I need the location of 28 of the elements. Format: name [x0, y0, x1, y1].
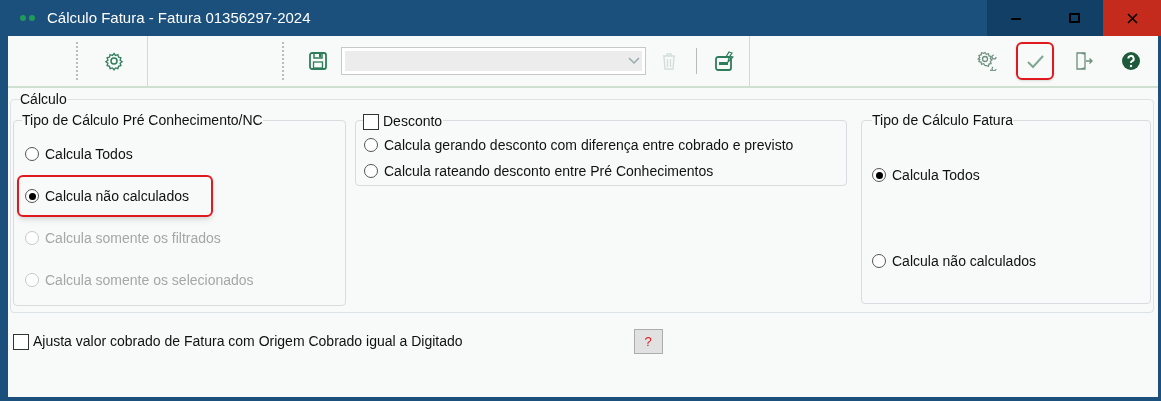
radio-option[interactable]: Calcula Todos — [17, 133, 157, 175]
radio-option[interactable]: Calcula Todos — [872, 154, 980, 196]
confirm-button[interactable] — [1016, 42, 1054, 80]
radio-button[interactable] — [25, 189, 39, 203]
exit-door-icon — [1073, 51, 1093, 71]
gears-icon — [977, 51, 997, 71]
checkbox[interactable]: Ajusta valor cobrado de Fatura com Origem Cobrado igual a Digitado — [13, 331, 463, 352]
radio-option[interactable]: Calcula não calculados — [17, 175, 213, 217]
radio-option[interactable]: Calcula rateando desconto entre Pré Conhecimentos — [364, 158, 714, 184]
chevron-down-icon — [628, 57, 640, 65]
checkbox[interactable]: Desconto — [363, 111, 444, 132]
radio-option[interactable]: Calcula não calculados — [872, 240, 1036, 282]
group-title: Tipo de Cálculo Fatura — [872, 111, 1014, 129]
radio-button[interactable] — [872, 254, 886, 268]
help-icon — [1121, 51, 1141, 71]
sql-file-icon — [714, 51, 734, 71]
window-title: Cálculo Fatura - Fatura 01356297-2024 — [47, 7, 312, 28]
maximize-icon — [1068, 12, 1080, 24]
radio-button[interactable] — [25, 147, 39, 161]
close-button[interactable] — [1103, 0, 1161, 36]
radio-option[interactable]: Calcula gerando desconto com diferença entre cobrado e previsto — [364, 132, 794, 158]
group-title: Tipo de Cálculo Pré Conhecimento/NC — [22, 111, 263, 129]
help-button[interactable]: ? — [633, 329, 663, 354]
radio-button[interactable] — [364, 164, 378, 178]
radio-button[interactable] — [872, 168, 886, 182]
settings-icon — [104, 51, 124, 71]
close-icon — [1126, 12, 1138, 24]
radio-button[interactable] — [364, 138, 378, 152]
